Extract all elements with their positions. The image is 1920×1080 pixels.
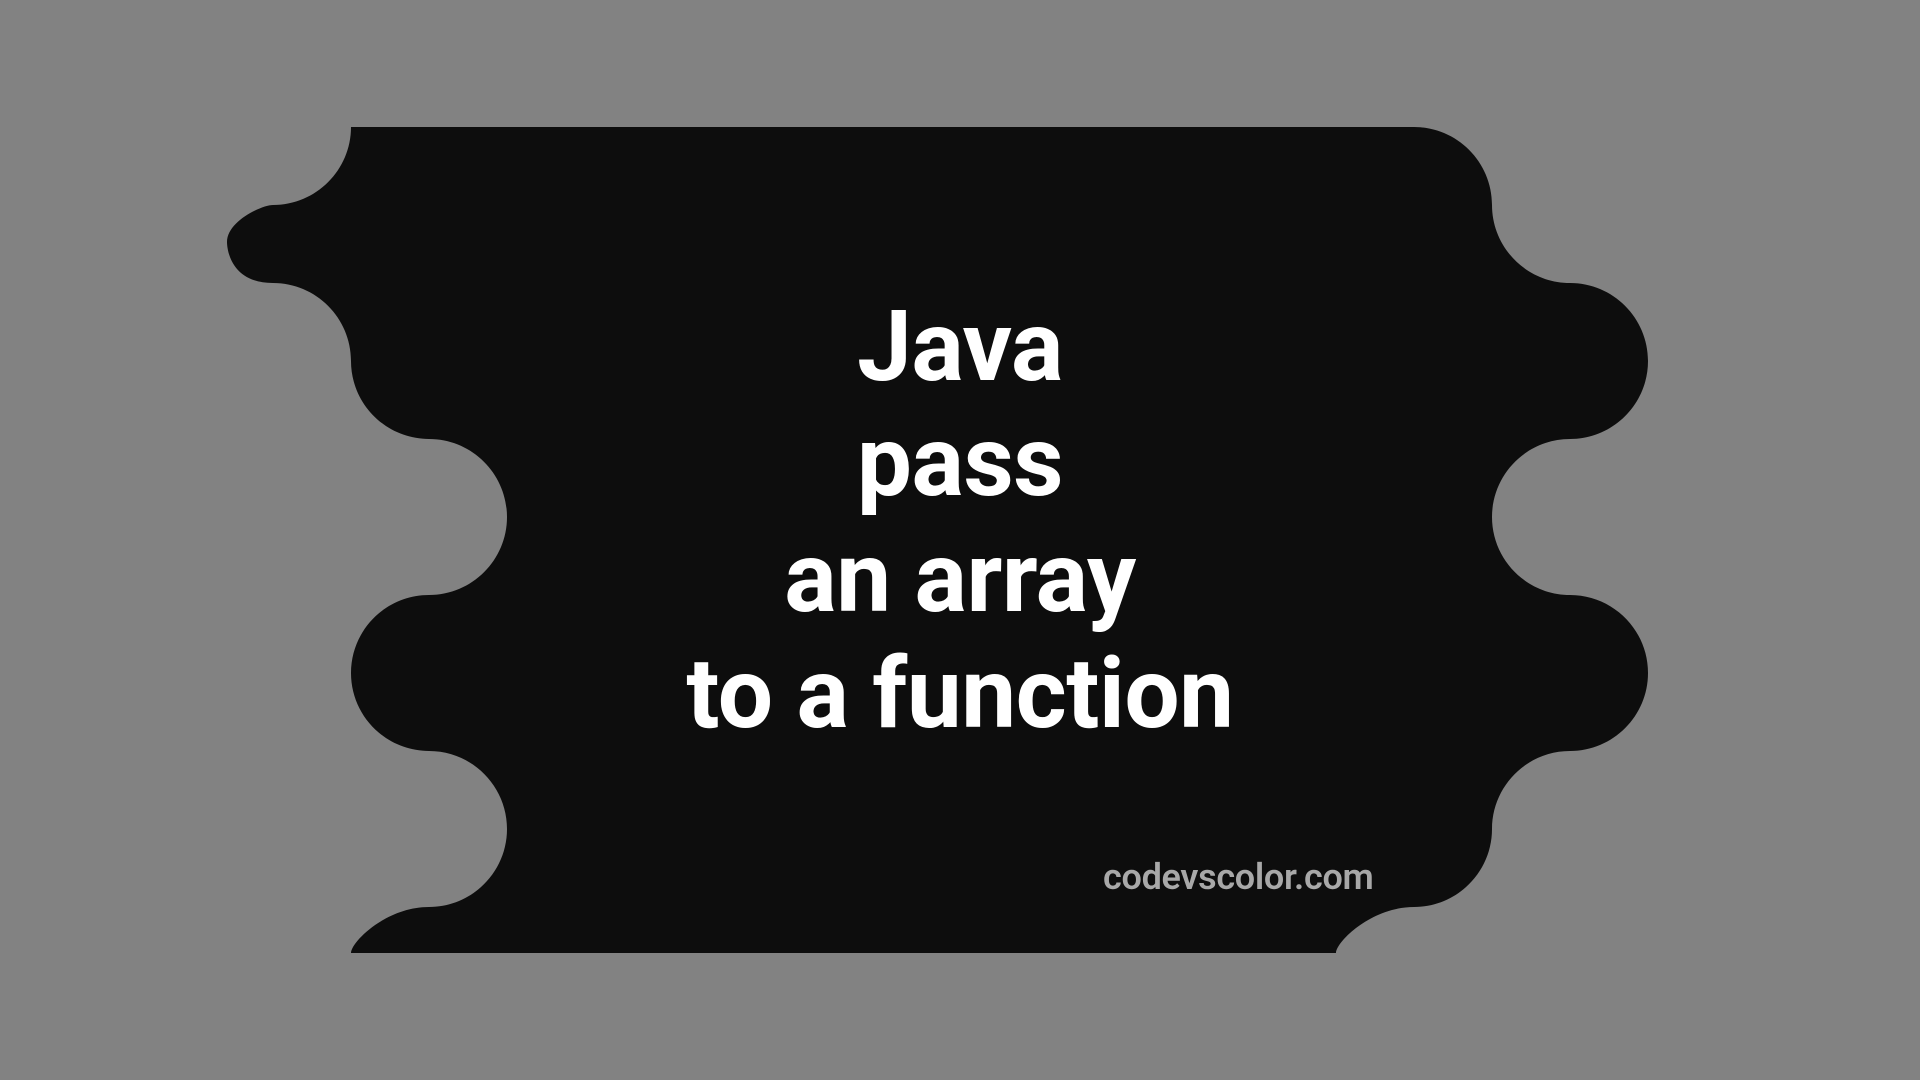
title-line-4: to a function <box>686 636 1233 752</box>
title-line-2: pass <box>686 404 1233 520</box>
image-container: Java pass an array to a function codevsc… <box>0 0 1920 1080</box>
card: Java pass an array to a function codevsc… <box>227 127 1694 953</box>
title-line-3: an array <box>686 520 1233 636</box>
title-line-1: Java <box>686 289 1233 405</box>
title-text: Java pass an array to a function <box>686 289 1233 752</box>
page-frame: Java pass an array to a function codevsc… <box>0 0 1920 1080</box>
content-area: Java pass an array to a function codevsc… <box>227 127 1694 953</box>
watermark-text: codevscolor.com <box>1103 856 1373 898</box>
